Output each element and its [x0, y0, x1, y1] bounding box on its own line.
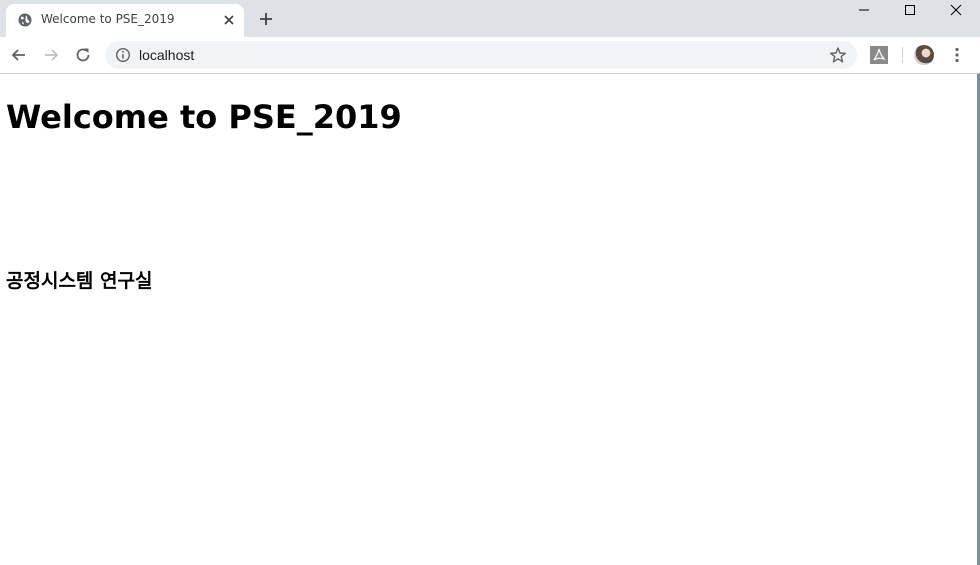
new-tab-icon[interactable]	[256, 9, 276, 29]
close-tab-icon[interactable]	[222, 13, 236, 27]
tab-strip: Welcome to PSE_2019	[0, 0, 980, 37]
minimize-button[interactable]	[840, 0, 886, 20]
info-icon[interactable]	[115, 47, 131, 63]
more-menu-icon[interactable]	[947, 45, 967, 65]
maximize-button[interactable]	[886, 0, 932, 20]
page-subtitle: 공정시스템 연구실	[6, 270, 153, 292]
forward-icon[interactable]	[41, 45, 61, 65]
profile-avatar[interactable]	[914, 45, 934, 65]
close-window-button[interactable]	[932, 0, 978, 20]
page-title: Welcome to PSE_2019	[6, 98, 402, 136]
reload-icon[interactable]	[73, 45, 93, 65]
toolbar-divider	[902, 47, 903, 63]
tab-active[interactable]: Welcome to PSE_2019	[6, 4, 244, 37]
address-url: localhost	[139, 47, 195, 63]
tab-title: Welcome to PSE_2019	[41, 12, 175, 26]
browser-toolbar: localhost	[0, 37, 980, 74]
address-bar[interactable]: localhost	[105, 41, 857, 69]
pdf-extension-icon[interactable]	[870, 46, 888, 64]
acrobat-icon	[873, 48, 886, 61]
bookmark-star-icon[interactable]	[829, 46, 847, 64]
maximize-icon	[905, 5, 915, 15]
globe-icon	[18, 13, 32, 27]
page-viewport: Welcome to PSE_2019 공정시스템 연구실	[0, 74, 977, 565]
minimize-icon	[859, 9, 869, 11]
back-icon[interactable]	[9, 45, 29, 65]
close-icon	[950, 4, 962, 16]
